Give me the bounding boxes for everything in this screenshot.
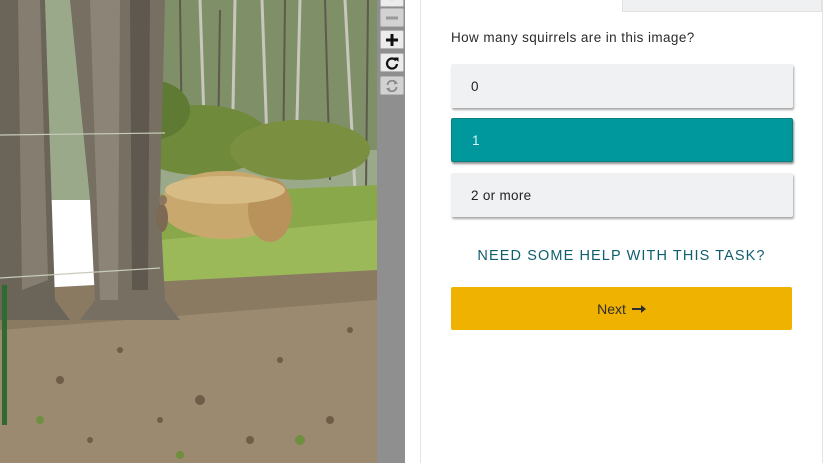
tab-strip[interactable] [622, 0, 822, 12]
answer-label: 1 [472, 132, 480, 148]
next-label: Next [597, 300, 626, 317]
chevron-down-icon [386, 0, 398, 2]
image-toolbar [377, 0, 405, 463]
panel-gutter [405, 0, 420, 463]
help-link[interactable]: NEED SOME HELP WITH THIS TASK? [451, 248, 792, 264]
answer-option-2-or-more[interactable]: 2 or more [451, 173, 793, 217]
panel-border [822, 0, 823, 463]
rotate-button[interactable] [380, 53, 404, 72]
zoom-out-icon [385, 11, 399, 25]
task-question: How many squirrels are in this image? [451, 30, 695, 45]
next-button[interactable]: Next [451, 287, 792, 330]
answer-option-1[interactable]: 1 [451, 118, 793, 162]
reset-button[interactable] [380, 76, 404, 95]
answer-label: 0 [471, 78, 479, 94]
arrow-right-icon [631, 301, 646, 317]
zoom-out-button[interactable] [380, 8, 404, 27]
subject-image[interactable] [0, 0, 377, 463]
panel-divider [420, 0, 421, 463]
zoom-in-button[interactable] [380, 30, 404, 49]
zoom-in-icon [385, 33, 399, 47]
reset-icon [385, 79, 399, 93]
chevron-down-button[interactable] [380, 0, 404, 7]
answer-option-0[interactable]: 0 [451, 64, 793, 108]
answer-label: 2 or more [471, 187, 532, 203]
rotate-icon [385, 56, 399, 70]
